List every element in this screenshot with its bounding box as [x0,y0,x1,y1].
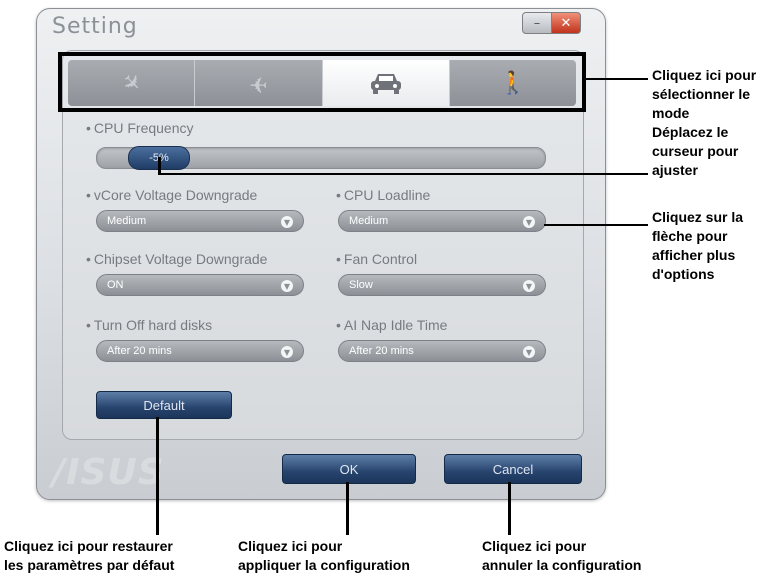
chevron-down-icon[interactable]: ▼ [523,280,535,292]
annotation-default: Cliquez ici pour restaurer les paramètre… [4,538,175,573]
default-button[interactable]: Default [96,391,232,419]
chipset-voltage-dropdown[interactable]: ON ▼ [96,274,304,296]
cpu-loadline-dropdown[interactable]: Medium ▼ [338,210,546,232]
ai-nap-dropdown[interactable]: After 20 mins ▼ [338,340,546,362]
vcore-voltage-value: Medium [107,215,147,227]
chipset-voltage-value: ON [107,279,124,291]
fan-control-dropdown[interactable]: Slow ▼ [338,274,546,296]
minimize-button[interactable]: – [522,12,552,34]
hdd-off-label: Turn Off hard disks [86,317,212,333]
hdd-off-dropdown[interactable]: After 20 mins ▼ [96,340,304,362]
callout-line-slider-h [158,173,648,175]
close-button[interactable]: ✕ [552,12,581,34]
callout-line-default [156,417,159,535]
chevron-down-icon[interactable]: ▼ [281,280,293,292]
mode-selection-highlight [58,52,586,112]
cancel-button[interactable]: Cancel [444,454,582,484]
callout-line-cancel [508,482,511,535]
ai-nap-label: AI Nap Idle Time [336,317,448,333]
chevron-down-icon[interactable]: ▼ [281,216,293,228]
chevron-down-icon[interactable]: ▼ [523,216,535,228]
vcore-voltage-dropdown[interactable]: Medium ▼ [96,210,304,232]
annotation-ok: Cliquez ici pour appliquer la configurat… [238,538,410,573]
chevron-down-icon[interactable]: ▼ [523,346,535,358]
window-title: Setting [52,14,138,39]
vcore-voltage-label: vCore Voltage Downgrade [86,187,257,203]
callout-line-arrow [544,224,648,226]
cpu-loadline-label: CPU Loadline [336,187,430,203]
fan-control-value: Slow [349,279,373,291]
annotation-slider: Déplacez le curseur pour ajuster [652,124,739,178]
cpu-frequency-label: CPU Frequency [86,120,194,136]
window-controls: – ✕ [522,12,581,34]
callout-line-mode [586,78,648,80]
ok-button[interactable]: OK [282,454,416,484]
chipset-voltage-label: Chipset Voltage Downgrade [86,251,268,267]
asus-logo: /ISUS [52,452,165,493]
fan-control-label: Fan Control [336,251,417,267]
ai-nap-value: After 20 mins [349,345,414,357]
cpu-loadline-value: Medium [349,215,389,227]
annotation-mode: Cliquez ici pour sélectionner le mode [652,67,757,121]
hdd-off-value: After 20 mins [107,345,172,357]
chevron-down-icon[interactable]: ▼ [281,346,293,358]
annotation-cancel: Cliquez ici pour annuler la configuratio… [482,538,642,573]
callout-line-ok [346,482,349,535]
annotation-arrow: Cliquez sur la flèche pour afficher plus… [652,209,744,282]
